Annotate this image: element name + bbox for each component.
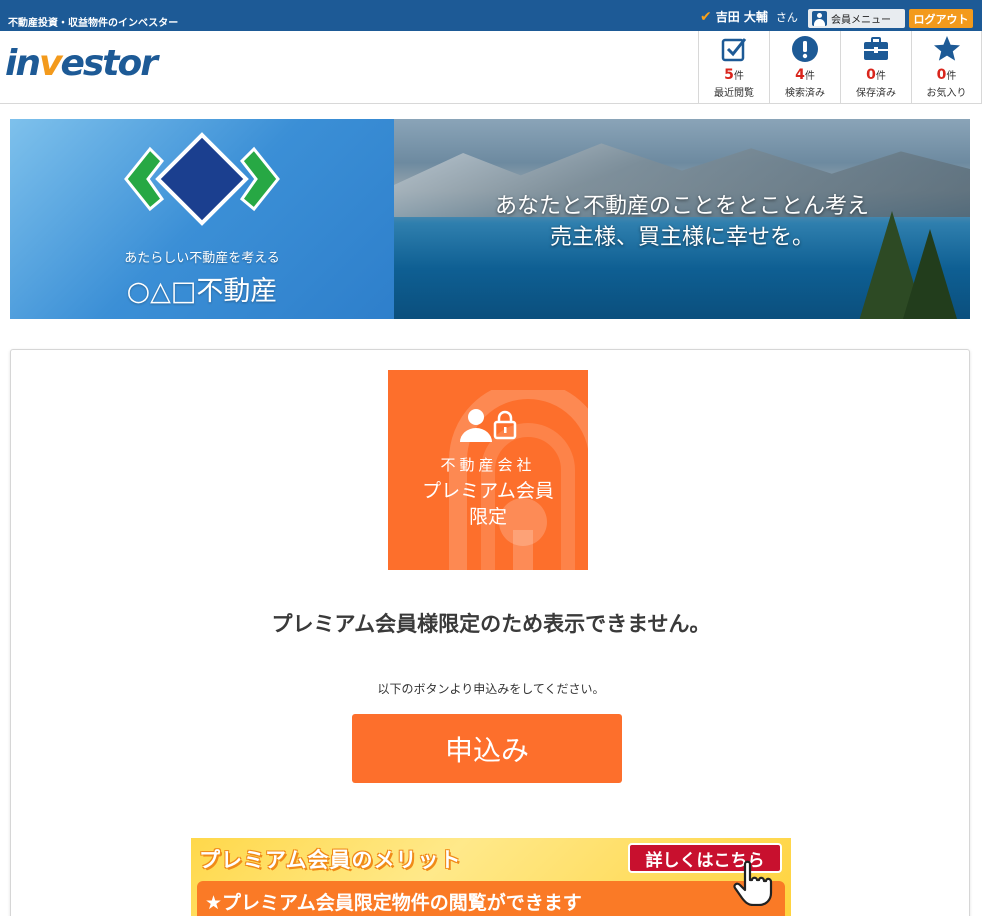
banner-subtitle: あたらしい不動産を考える (124, 251, 280, 266)
banner-copy-line2: 売主様、買主様に幸せを。 (549, 225, 814, 250)
stat-unit: 件 (804, 71, 815, 82)
banner-company-name: ○△□不動産 (126, 276, 278, 307)
stat-count: 5 (724, 67, 734, 83)
premium-line2: プレミアム会員 (422, 480, 554, 502)
stats-nav: 5件 最近閲覧 4件 検索済み 0件 保存済み 0件 お気入り (698, 31, 982, 103)
stat-label: 最近閲覧 (714, 88, 754, 99)
stat-label: 保存済み (856, 88, 896, 99)
checkbox-icon (719, 35, 749, 63)
premium-line3: 限定 (468, 506, 507, 528)
stat-searched[interactable]: 4件 検索済み (769, 31, 840, 103)
stat-recent-views[interactable]: 5件 最近閲覧 (698, 31, 769, 103)
restricted-content-card: 不動産会社 プレミアム会員 限定 プレミアム会員様限定のため表示できません。 以… (10, 349, 970, 916)
banner-copy-line1: あなたと不動産のことをとことん考え (494, 194, 869, 219)
logo-text-post: estor (60, 43, 158, 84)
user-greeting: ✔ 吉田 大輔 さん (700, 8, 798, 25)
person-lock-icon (460, 409, 517, 442)
site-logo[interactable]: investor (5, 43, 158, 84)
merit-title: プレミアム会員のメリット (199, 848, 462, 872)
stat-favorites[interactable]: 0件 お気入り (911, 31, 982, 103)
premium-line1: 不動産会社 (440, 456, 536, 474)
stat-label: お気入り (926, 88, 967, 99)
user-name: 吉田 大輔 (715, 10, 768, 24)
member-menu-label: 会員メニュー (831, 15, 891, 26)
company-banner: あたらしい不動産を考える ○△□不動産 あなたと不動産のことをとことん考え 売主… (10, 119, 970, 319)
restriction-message: プレミアム会員様限定のため表示できません。 (271, 612, 711, 636)
stat-unit: 件 (946, 71, 957, 82)
stat-count: 0 (936, 67, 947, 83)
person-icon (812, 11, 827, 26)
logo-text-pre: in (5, 43, 41, 84)
logout-button[interactable]: ログアウト (909, 9, 973, 28)
merit-point-text: ★プレミアム会員限定物件の閲覧ができます (205, 892, 582, 914)
premium-badge: 不動産会社 プレミアム会員 限定 (388, 370, 588, 570)
logo-text-accent: v (38, 43, 63, 84)
check-icon: ✔ (700, 8, 712, 25)
top-bar: 不動産投資・収益物件のインベスター ✔ 吉田 大輔 さん 会員メニュー ログアウ… (0, 0, 982, 31)
stat-unit: 件 (875, 71, 886, 82)
site-tagline: 不動産投資・収益物件のインベスター (8, 18, 179, 29)
premium-merit-banner[interactable]: プレミアム会員のメリット 詳しくはこちら ★プレミアム会員限定物件の閲覧ができま… (191, 838, 791, 916)
site-header: investor 5件 最近閲覧 4件 検索済み 0件 保存済み 0件 お気入り (0, 31, 982, 104)
stat-label: 検索済み (785, 88, 825, 99)
stat-saved[interactable]: 0件 保存済み (840, 31, 911, 103)
member-menu-button[interactable]: 会員メニュー (808, 9, 905, 28)
briefcase-icon (861, 35, 891, 63)
banner-copy: あなたと不動産のことをとことん考え 売主様、買主様に幸せを。 (394, 191, 970, 253)
stat-count: 0 (866, 67, 876, 83)
user-suffix: さん (775, 10, 798, 24)
exclamation-icon (790, 35, 820, 63)
apply-button[interactable]: 申込み (352, 714, 622, 783)
star-icon (932, 35, 962, 63)
apply-instruction: 以下のボタンより申込みをしてください。 (377, 682, 605, 696)
stat-unit: 件 (733, 71, 744, 82)
stat-count: 4 (795, 67, 805, 83)
banner-left-panel: あたらしい不動産を考える ○△□不動産 (10, 119, 394, 319)
pointing-hand-icon (733, 860, 773, 906)
